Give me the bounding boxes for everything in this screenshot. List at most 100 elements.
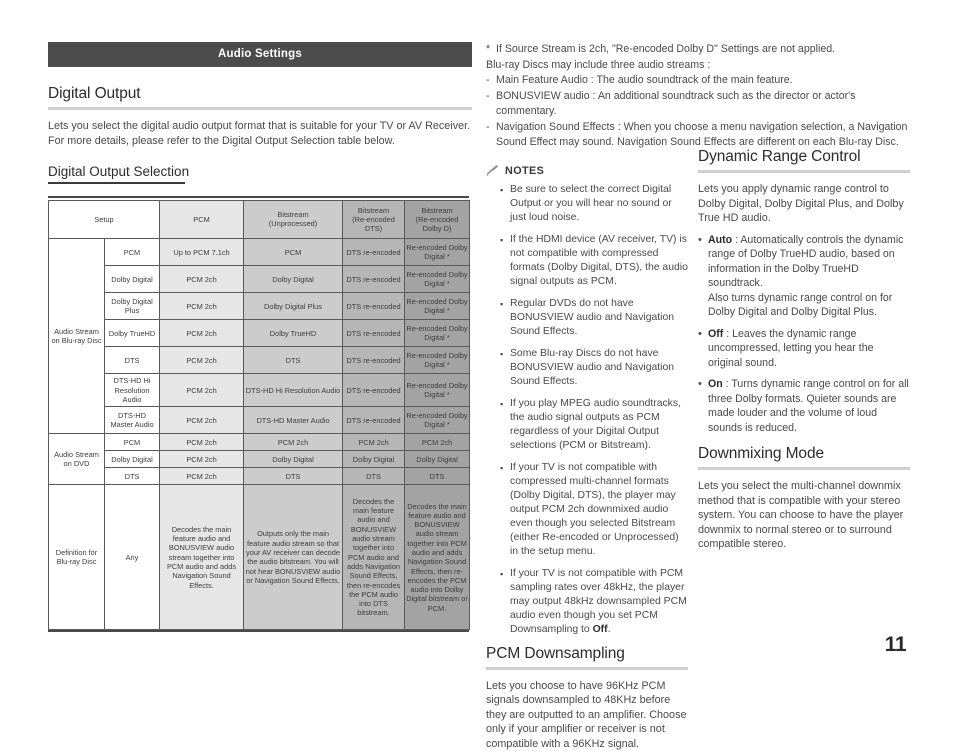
section-banner: Audio Settings xyxy=(48,42,472,67)
table-group-label-dvd: Audio Stream on DVD xyxy=(49,434,105,485)
square-bullet-icon: ▪ xyxy=(500,397,510,453)
cell-pcm: Up to PCM 7.1ch xyxy=(160,239,244,266)
footnote-text-1: If Source Stream is 2ch, "Re-encoded Dol… xyxy=(496,42,910,58)
left-column: Audio Settings Digital Output Lets you s… xyxy=(48,42,472,632)
note-item-text: If the HDMI device (AV receiver, TV) is … xyxy=(510,233,688,289)
cell-setup: DTS-HD Hi Resolution Audio xyxy=(105,374,160,407)
digital-output-selection-table-wrap: SetupPCMBitstream(Unprocessed)Bitstream(… xyxy=(48,196,472,633)
cell-bitstream-dolbyd: Re-encoded Dolby Digital * xyxy=(405,374,470,407)
pcm-downsampling-title: PCM Downsampling xyxy=(486,645,688,667)
table-row: DTS-HD Master AudioPCM 2chDTS-HD Master … xyxy=(49,407,470,434)
dynamic-range-body: Lets you apply dynamic range control to … xyxy=(698,182,910,226)
cell-bitstream-dts: DTS re-encoded xyxy=(343,320,405,347)
dash-marker: - xyxy=(486,120,496,151)
note-item-text: If your TV is not compatible with PCM sa… xyxy=(510,567,688,637)
cell-setup: DTS xyxy=(105,468,160,485)
cell-bitstream-dts: PCM 2ch xyxy=(343,434,405,451)
footnote-line-1: * If Source Stream is 2ch, "Re-encoded D… xyxy=(486,42,910,58)
cell-bitstream-dts: Dolby Digital xyxy=(343,451,405,468)
intro-text: Lets you select the digital audio output… xyxy=(48,119,472,148)
notes-header: NOTES xyxy=(486,165,688,177)
table-header-bitstream-unprocessed: Bitstream(Unprocessed) xyxy=(244,200,343,239)
dash-marker: - xyxy=(486,73,496,89)
dynamic-range-option-text: Off : Leaves the dynamic range uncompres… xyxy=(708,327,910,371)
table-header-row: SetupPCMBitstream(Unprocessed)Bitstream(… xyxy=(49,200,470,239)
note-item-text: Be sure to select the correct Digital Ou… xyxy=(510,183,688,225)
footnote-item-1-text: Main Feature Audio : The audio soundtrac… xyxy=(496,73,910,89)
cell-bitstream-dolbyd: Decodes the main feature audio and BONUS… xyxy=(405,485,470,630)
table-row: Dolby DigitalPCM 2chDolby DigitalDTS re-… xyxy=(49,266,470,293)
dynamic-range-rule xyxy=(698,170,910,173)
table-header-bitstream-dolbyd: Bitstream(Re-encodedDolby D) xyxy=(405,200,470,239)
cell-setup: PCM xyxy=(105,239,160,266)
downmixing-title: Downmixing Mode xyxy=(698,445,910,467)
round-bullet-icon: • xyxy=(698,233,708,320)
cell-bitstream-unprocessed: Dolby Digital xyxy=(244,266,343,293)
middle-column: * If Source Stream is 2ch, "Re-encoded D… xyxy=(486,42,688,751)
page-number: 11 xyxy=(885,633,906,657)
dynamic-range-option-label: On xyxy=(708,378,723,390)
cell-setup: PCM xyxy=(105,434,160,451)
dynamic-range-option-text: On : Turns dynamic range control on for … xyxy=(708,377,910,435)
note-item-text: If your TV is not compatible with compre… xyxy=(510,461,688,559)
square-bullet-icon: ▪ xyxy=(500,567,510,637)
cell-bitstream-dts: DTS re-encoded xyxy=(343,239,405,266)
cell-bitstream-dolbyd: Re-encoded Dolby Digital * xyxy=(405,293,470,320)
note-item-text: Regular DVDs do not have BONUSVIEW audio… xyxy=(510,297,688,339)
table-group-label-bluray: Audio Stream on Blu-ray Disc xyxy=(49,239,105,434)
cell-setup: Dolby Digital xyxy=(105,451,160,468)
note-item: ▪If your TV is not compatible with compr… xyxy=(486,461,688,559)
cell-pcm: PCM 2ch xyxy=(160,374,244,407)
cell-bitstream-dts: DTS re-encoded xyxy=(343,347,405,374)
subheading-wrap: Digital Output Selection xyxy=(48,148,472,184)
title-rule xyxy=(48,107,472,110)
table-row-definition: Definition for Blu-ray DiscAnyDecodes th… xyxy=(49,485,470,630)
dynamic-range-option: •On : Turns dynamic range control on for… xyxy=(698,377,910,435)
cell-bitstream-dolbyd: Re-encoded Dolby Digital * xyxy=(405,347,470,374)
table-row: Dolby TrueHDPCM 2chDolby TrueHDDTS re-en… xyxy=(49,320,470,347)
subsection-rule xyxy=(48,182,185,184)
cell-pcm: PCM 2ch xyxy=(160,468,244,485)
pencil-icon xyxy=(486,165,499,176)
square-bullet-icon: ▪ xyxy=(500,347,510,389)
cell-setup: Dolby Digital Plus xyxy=(105,293,160,320)
round-bullet-icon: • xyxy=(698,377,708,435)
table-row: DTSPCM 2chDTSDTSDTS xyxy=(49,468,470,485)
cell-pcm: PCM 2ch xyxy=(160,451,244,468)
dynamic-range-option-extra: Also turns dynamic range control on for … xyxy=(708,292,892,319)
cell-bitstream-unprocessed: Dolby TrueHD xyxy=(244,320,343,347)
note-emphasis: Off xyxy=(593,624,608,635)
cell-pcm: PCM 2ch xyxy=(160,407,244,434)
cell-bitstream-dolbyd: Re-encoded Dolby Digital * xyxy=(405,320,470,347)
notes-title: NOTES xyxy=(505,165,544,177)
round-bullet-icon: • xyxy=(698,327,708,371)
square-bullet-icon: ▪ xyxy=(500,461,510,559)
dash-marker: - xyxy=(486,89,496,120)
table-top-rule xyxy=(48,196,469,198)
cell-bitstream-unprocessed: DTS xyxy=(244,347,343,374)
table-row: Audio Stream on Blu-ray DiscPCMUp to PCM… xyxy=(49,239,470,266)
cell-pcm: PCM 2ch xyxy=(160,320,244,347)
table-row: DTS-HD Hi Resolution AudioPCM 2chDTS-HD … xyxy=(49,374,470,407)
cell-bitstream-unprocessed: PCM 2ch xyxy=(244,434,343,451)
table-header-bitstream-dts: Bitstream(Re-encodedDTS) xyxy=(343,200,405,239)
square-bullet-icon: ▪ xyxy=(500,233,510,289)
square-bullet-icon: ▪ xyxy=(500,183,510,225)
cell-bitstream-dolbyd: Re-encoded Dolby Digital * xyxy=(405,239,470,266)
note-item-text: Some Blu-ray Discs do not have BONUSVIEW… xyxy=(510,347,688,389)
footnote-line-2: Blu-ray Discs may include three audio st… xyxy=(486,58,910,74)
downmixing-rule xyxy=(698,467,910,470)
table-row: DTSPCM 2chDTSDTS re-encodedRe-encoded Do… xyxy=(49,347,470,374)
cell-bitstream-dts: DTS re-encoded xyxy=(343,407,405,434)
pcm-downsampling-body: Lets you choose to have 96KHz PCM signal… xyxy=(486,679,688,751)
cell-pcm: PCM 2ch xyxy=(160,434,244,451)
table-bottom-rule xyxy=(48,630,469,632)
table-header-setup: Setup xyxy=(49,200,160,239)
table-header-pcm: PCM xyxy=(160,200,244,239)
cell-bitstream-dolbyd: DTS xyxy=(405,468,470,485)
dynamic-range-option: •Auto : Automatically controls the dynam… xyxy=(698,233,910,320)
digital-output-selection-table: SetupPCMBitstream(Unprocessed)Bitstream(… xyxy=(48,200,470,631)
footnote-item-3: - Navigation Sound Effects : When you ch… xyxy=(486,120,910,151)
footnote-item-2-text: BONUSVIEW audio : An additional soundtra… xyxy=(496,89,910,120)
table-group-label-definition: Definition for Blu-ray Disc xyxy=(49,485,105,630)
